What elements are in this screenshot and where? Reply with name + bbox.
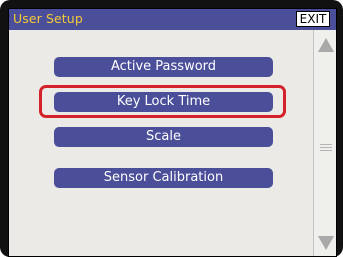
grip-lines-icon[interactable] <box>320 144 332 152</box>
sensor-calibration-button[interactable]: Sensor Calibration <box>54 168 273 188</box>
scrollbar[interactable] <box>313 30 336 256</box>
screen: User Setup EXIT Active Password Key Lock… <box>8 8 337 257</box>
triangle-down-icon[interactable] <box>317 234 335 252</box>
device-frame: User Setup EXIT Active Password Key Lock… <box>0 0 343 257</box>
active-password-button[interactable]: Active Password <box>54 57 273 77</box>
scale-button[interactable]: Scale <box>54 127 273 147</box>
page-title: User Setup <box>13 11 83 26</box>
triangle-up-icon[interactable] <box>317 36 335 54</box>
exit-button[interactable]: EXIT <box>296 11 330 27</box>
title-bar: User Setup EXIT <box>9 9 336 30</box>
selection-highlight <box>39 85 286 118</box>
